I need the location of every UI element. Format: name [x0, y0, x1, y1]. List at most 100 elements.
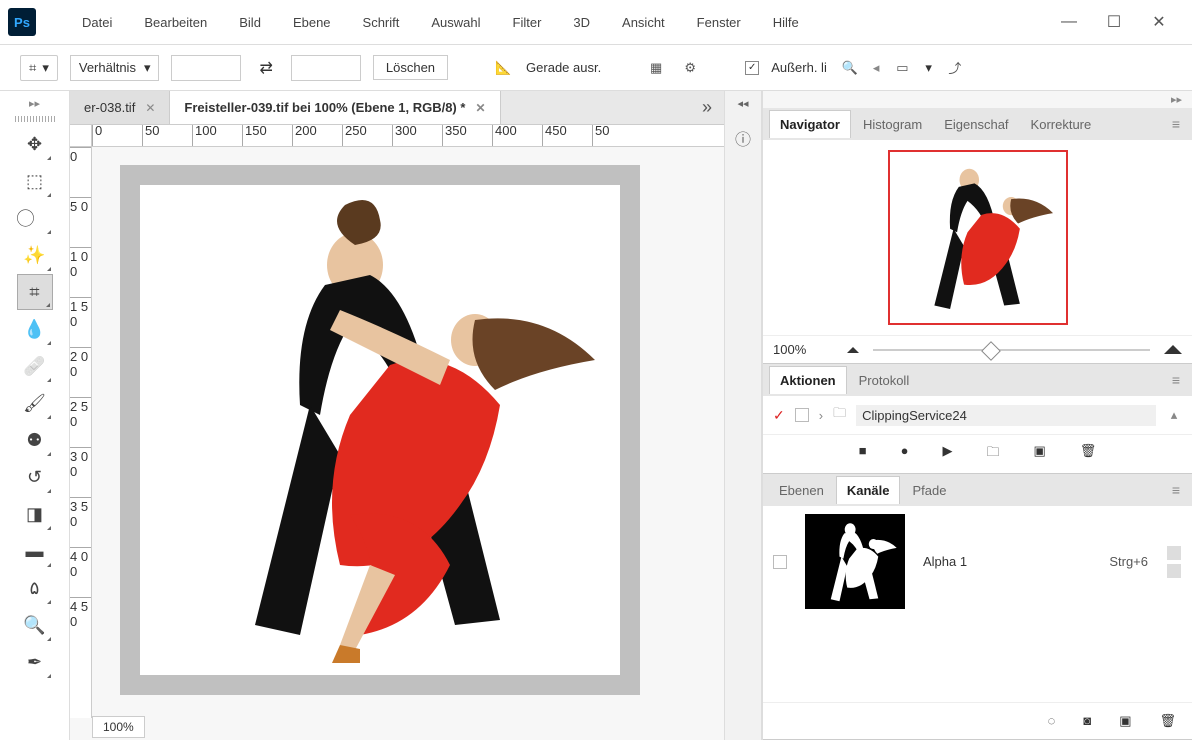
screen-mode-icon[interactable]: ▭ — [891, 57, 913, 79]
dodge-tool[interactable]: 🔍 — [17, 607, 53, 643]
channel-row[interactable]: Alpha 1 Strg+6 — [763, 506, 1192, 617]
delete-channel-icon[interactable]: 🗑 — [1159, 713, 1176, 729]
menu-window[interactable]: Fenster — [681, 0, 757, 45]
collapse-strip-icon[interactable]: ◂◂ — [737, 97, 748, 110]
menu-view[interactable]: Ansicht — [606, 0, 681, 45]
ratio-select[interactable]: Verhältnis ▾ — [70, 55, 160, 81]
panel-menu-icon[interactable]: ≡ — [1166, 372, 1186, 388]
maximize-button[interactable]: ☐ — [1104, 12, 1124, 32]
menu-filter[interactable]: Filter — [497, 0, 558, 45]
gradient-tool[interactable]: ▬ — [17, 533, 53, 569]
navigator-thumbnail[interactable] — [888, 150, 1068, 325]
new-action-icon[interactable]: ▣ — [1033, 443, 1045, 465]
crop-tool-indicator[interactable]: ⌗ ▾ — [20, 55, 58, 81]
lasso-tool[interactable]: ⃝ — [17, 200, 53, 236]
zoom-slider[interactable] — [873, 349, 1150, 351]
action-set-row[interactable]: ClippingService24 — [856, 405, 1156, 426]
menu-layer[interactable]: Ebene — [277, 0, 347, 45]
delete-action-icon[interactable]: 🗑 — [1080, 443, 1097, 465]
zoom-level[interactable]: 100% — [92, 716, 145, 738]
toolbar-handle[interactable] — [15, 116, 55, 122]
caret-left-icon: ◂ — [873, 60, 880, 76]
action-dialog-toggle[interactable] — [795, 408, 809, 422]
zoom-in-icon[interactable] — [1164, 345, 1182, 354]
document-tab[interactable]: Freisteller-039.tif bei 100% (Ebene 1, R… — [170, 91, 500, 124]
tab-properties[interactable]: Eigenschaf — [934, 111, 1018, 138]
expand-toolbar-icon[interactable]: ▸▸ — [29, 97, 40, 110]
brush-tool[interactable]: 🖌 — [17, 385, 53, 421]
clone-stamp-tool[interactable]: ⚉ — [17, 422, 53, 458]
collapse-panels-icon[interactable]: ▸▸ — [763, 91, 1192, 108]
vertical-ruler[interactable]: 05 01 0 01 5 02 0 02 5 03 0 03 5 04 0 04… — [70, 147, 92, 718]
scroll-up-icon[interactable]: ▴ — [1166, 407, 1182, 423]
action-enabled-icon[interactable]: ✓ — [773, 407, 785, 424]
record-action-icon[interactable]: ● — [901, 443, 909, 465]
straighten-icon[interactable]: 📐 — [492, 57, 514, 79]
crop-width-input[interactable] — [171, 55, 241, 81]
save-selection-icon[interactable]: ◙ — [1083, 713, 1091, 729]
marquee-tool[interactable]: ⬚ — [17, 163, 53, 199]
panel-menu-icon[interactable]: ≡ — [1166, 482, 1186, 498]
zoom-out-icon[interactable] — [847, 347, 859, 353]
grid-overlay-icon[interactable]: ▦ — [645, 57, 667, 79]
actions-panel: Aktionen Protokoll ≡ ✓ › 🗀 ClippingServi… — [763, 364, 1192, 474]
menu-select[interactable]: Auswahl — [415, 0, 496, 45]
menu-type[interactable]: Schrift — [347, 0, 416, 45]
tab-histogram[interactable]: Histogram — [853, 111, 932, 138]
channel-thumbnail — [805, 514, 905, 609]
eraser-tool[interactable]: ◨ — [17, 496, 53, 532]
canvas-viewport[interactable]: 05010015020025030035040045050 05 01 0 01… — [70, 125, 724, 740]
channel-name: Alpha 1 — [923, 554, 1091, 569]
search-icon[interactable]: 🔍 — [839, 57, 861, 79]
menu-3d[interactable]: 3D — [557, 0, 606, 45]
menu-file[interactable]: Datei — [66, 0, 128, 45]
navigator-zoom-value[interactable]: 100% — [773, 342, 833, 357]
move-tool[interactable]: ✥ — [17, 126, 53, 162]
blur-tool[interactable]: ۵ — [17, 570, 53, 606]
new-set-icon[interactable]: 🗀 — [986, 443, 999, 465]
tab-paths[interactable]: Pfade — [902, 477, 956, 504]
clear-button[interactable]: Löschen — [373, 55, 448, 80]
disclosure-icon[interactable]: › — [819, 408, 823, 423]
crop-height-input[interactable] — [291, 55, 361, 81]
horizontal-ruler[interactable]: 05010015020025030035040045050 — [92, 125, 724, 147]
close-window-button[interactable]: ✕ — [1149, 12, 1169, 32]
minimize-button[interactable]: — — [1059, 12, 1079, 32]
more-tabs-icon[interactable]: » — [690, 91, 724, 124]
document-tab[interactable]: er-038.tif ✕ — [70, 91, 170, 124]
close-tab-icon[interactable]: ✕ — [475, 101, 485, 115]
tab-layers[interactable]: Ebenen — [769, 477, 834, 504]
tab-history[interactable]: Protokoll — [849, 367, 920, 394]
load-selection-icon[interactable]: ◌ — [1048, 713, 1056, 729]
artboard[interactable] — [140, 185, 620, 675]
chevron-down-icon: ▾ — [925, 60, 932, 76]
delete-outside-checkbox[interactable]: ✓ — [745, 61, 759, 75]
tab-adjustments[interactable]: Korrekture — [1021, 111, 1102, 138]
settings-gear-icon[interactable]: ⚙ — [679, 57, 701, 79]
channel-visibility-toggle[interactable] — [773, 555, 787, 569]
info-panel-icon[interactable]: ⓘ — [735, 126, 751, 150]
history-brush-tool[interactable]: ↺ — [17, 459, 53, 495]
canvas[interactable] — [120, 165, 640, 695]
swap-dimensions-icon[interactable]: ⇄ — [253, 58, 278, 78]
menu-edit[interactable]: Bearbeiten — [128, 0, 223, 45]
panel-menu-icon[interactable]: ≡ — [1166, 116, 1186, 132]
stop-action-icon[interactable]: ■ — [859, 443, 867, 465]
play-action-icon[interactable]: ▶ — [942, 443, 952, 465]
crop-tool[interactable]: ⌗ — [17, 274, 53, 310]
new-channel-icon[interactable]: ▣ — [1119, 713, 1131, 729]
share-icon[interactable]: ⤴ — [944, 57, 966, 79]
pen-tool[interactable]: ✒ — [17, 644, 53, 680]
menu-image[interactable]: Bild — [223, 0, 277, 45]
channel-scrollbar[interactable] — [1166, 546, 1182, 578]
eyedropper-tool[interactable]: 💧 — [17, 311, 53, 347]
menu-help[interactable]: Hilfe — [757, 0, 815, 45]
close-tab-icon[interactable]: ✕ — [145, 101, 155, 115]
tab-channels[interactable]: Kanäle — [836, 476, 901, 504]
ruler-origin[interactable] — [70, 125, 92, 147]
magic-wand-tool[interactable]: ✨ — [17, 237, 53, 273]
healing-brush-tool[interactable]: 🩹 — [17, 348, 53, 384]
action-set-name: ClippingService24 — [862, 408, 967, 423]
tab-navigator[interactable]: Navigator — [769, 110, 851, 138]
tab-actions[interactable]: Aktionen — [769, 366, 847, 394]
